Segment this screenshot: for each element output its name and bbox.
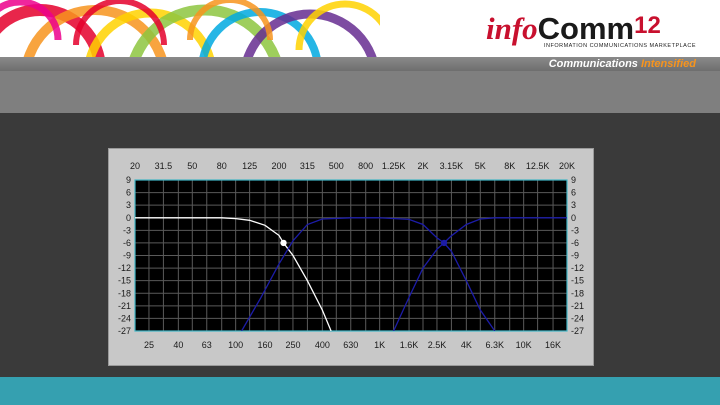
y-right-tick-label: -12 — [571, 263, 584, 273]
y-left-tick-label: -15 — [118, 276, 131, 286]
x-top-tick-label: 2K — [417, 161, 428, 171]
y-left-tick-label: -27 — [118, 326, 131, 336]
tagline-bar: Communications Intensified — [0, 57, 720, 71]
y-left-tick-label: -24 — [118, 313, 131, 323]
event-banner: infoComm12 INFORMATION COMMUNICATIONS MA… — [0, 0, 720, 57]
tagline-text: Communications Intensified — [549, 57, 696, 71]
x-bottom-tick-label: 63 — [202, 340, 212, 350]
tagline-highlight: Intensified — [640, 58, 696, 70]
infocomm-logo: infoComm12 INFORMATION COMMUNICATIONS MA… — [486, 10, 696, 49]
x-top-tick-label: 12.5K — [526, 161, 550, 171]
y-right-tick-label: -18 — [571, 288, 584, 298]
x-top-tick-label: 500 — [329, 161, 344, 171]
x-bottom-tick-label: 250 — [285, 340, 300, 350]
y-right-tick-label: -15 — [571, 276, 584, 286]
x-bottom-tick-label: 16K — [545, 340, 561, 350]
x-bottom-tick-label: 1.6K — [400, 340, 419, 350]
logo-info-text: info — [485, 11, 538, 46]
y-right-tick-label: -6 — [571, 238, 579, 248]
logo-subtitle: INFORMATION COMMUNICATIONS MARKETPLACE — [543, 43, 696, 49]
x-bottom-tick-label: 2.5K — [428, 340, 447, 350]
y-right-tick-label: -24 — [571, 313, 584, 323]
y-right-tick-label: -27 — [571, 326, 584, 336]
y-right-tick-label: 9 — [571, 175, 576, 185]
y-right-tick-label: 0 — [571, 213, 576, 223]
band-filter-handle[interactable] — [440, 239, 448, 247]
x-bottom-tick-label: 25 — [144, 340, 154, 350]
logo-year-text: 12 — [634, 12, 661, 39]
x-bottom-tick-label: 40 — [173, 340, 183, 350]
eq-graph-panel: 20 31.5 50 80 125 200 315 500 800 1.25K 2K 3.15K 5K 8… — [108, 148, 594, 366]
x-top-tick-label: 5K — [475, 161, 486, 171]
x-bottom-tick-label: 4K — [461, 340, 472, 350]
y-left-tick-label: -21 — [118, 301, 131, 311]
x-bottom-tick-label: 6.3K — [485, 340, 504, 350]
x-top-tick-label: 20K — [559, 161, 575, 171]
x-top-tick-label: 8K — [504, 161, 515, 171]
x-top-tick-label: 125 — [242, 161, 257, 171]
y-left-tick-label: -12 — [118, 263, 131, 273]
y-left-tick-label: -3 — [123, 225, 131, 235]
footer-bar — [0, 377, 720, 405]
y-right-tick-label: 6 — [571, 188, 576, 198]
x-bottom-tick-label: 400 — [315, 340, 330, 350]
y-left-tick-label: 0 — [126, 213, 131, 223]
y-right-tick-label: 3 — [571, 200, 576, 210]
x-bottom-tick-label: 160 — [258, 340, 273, 350]
x-bottom-tick-label: 1K — [374, 340, 385, 350]
eq-frequency-response-chart[interactable]: 20 31.5 50 80 125 200 315 500 800 1.25K 2K 3.15K 5K 8… — [109, 149, 593, 365]
tagline-main: Communications — [548, 58, 641, 70]
x-top-tick-label: 31.5 — [155, 161, 173, 171]
y-right-tick-label: -21 — [571, 301, 584, 311]
x-bottom-tick-label: 630 — [343, 340, 358, 350]
x-top-tick-label: 3.15K — [440, 161, 464, 171]
x-bottom-tick-label: 100 — [228, 340, 243, 350]
x-top-tick-label: 20 — [130, 161, 140, 171]
x-top-tick-label: 200 — [271, 161, 286, 171]
x-bottom-tick-label: 10K — [516, 340, 532, 350]
x-top-tick-label: 80 — [217, 161, 227, 171]
y-left-tick-label: -9 — [123, 251, 131, 261]
y-left-tick-label: 3 — [126, 200, 131, 210]
y-left-tick-label: -6 — [123, 238, 131, 248]
y-right-tick-label: -3 — [571, 225, 579, 235]
logo-comm-text: Comm — [537, 11, 635, 46]
y-left-tick-label: -18 — [118, 288, 131, 298]
grey-band — [0, 71, 720, 113]
x-top-tick-label: 50 — [187, 161, 197, 171]
swirl-artwork — [0, 0, 380, 57]
lowpass-filter-handle[interactable] — [280, 239, 287, 247]
logo-wordmark: infoComm12 — [486, 10, 696, 44]
x-top-tick-label: 1.25K — [382, 161, 406, 171]
x-top-tick-label: 315 — [300, 161, 315, 171]
x-top-tick-label: 800 — [358, 161, 373, 171]
y-right-tick-label: -9 — [571, 251, 579, 261]
y-left-tick-label: 9 — [126, 175, 131, 185]
y-left-tick-label: 6 — [126, 188, 131, 198]
